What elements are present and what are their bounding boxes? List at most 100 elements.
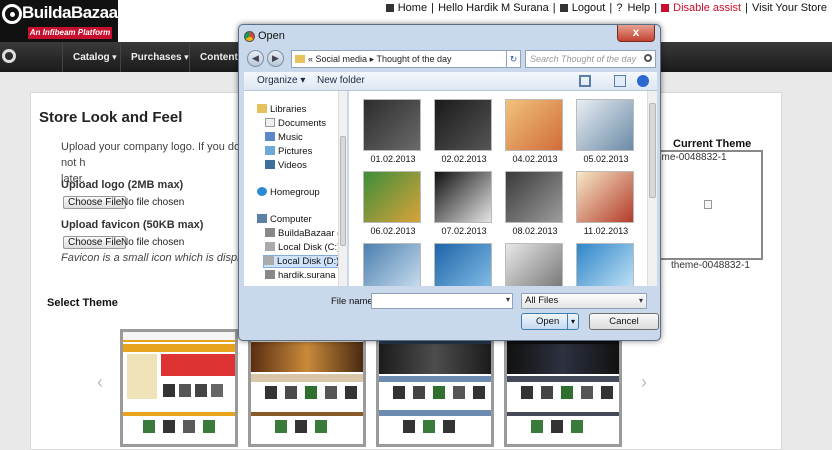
tree-music[interactable]: Music — [265, 132, 303, 143]
assist-icon — [661, 4, 670, 12]
help-icon[interactable] — [637, 75, 649, 87]
file-name: 08.02.2013 — [512, 226, 558, 236]
file-tile[interactable]: 04.02.2013 — [505, 99, 565, 164]
address-part-social-media[interactable]: Social media — [316, 54, 368, 64]
organize-button[interactable]: Organize ▾ — [257, 75, 305, 86]
link-disable-assist[interactable]: Disable assist — [673, 2, 741, 14]
tree-scrollbar[interactable] — [338, 91, 347, 286]
lock-icon — [559, 4, 568, 12]
tree-libraries[interactable]: Libraries — [257, 104, 306, 115]
theme-thumb-3[interactable] — [376, 329, 494, 447]
file-name-input[interactable] — [371, 293, 513, 309]
disk-icon — [264, 256, 274, 265]
refresh-icon[interactable]: ↻ — [506, 50, 521, 68]
image-thumbnail — [576, 243, 634, 286]
tree-videos[interactable]: Videos — [265, 160, 307, 171]
link-logout[interactable]: Logout — [572, 2, 606, 14]
image-thumbnail — [434, 99, 492, 151]
tree-hardik-drive[interactable]: hardik.surana (\\ — [265, 270, 343, 281]
network-drive-icon — [265, 228, 275, 237]
open-split-icon[interactable]: ▾ — [567, 314, 578, 329]
file-name: 05.02.2013 — [583, 154, 629, 164]
gear-icon[interactable] — [2, 49, 16, 63]
navigation-tree: Libraries Documents Music Pictures Video… — [244, 91, 344, 286]
chrome-icon — [244, 31, 255, 42]
image-thumbnail — [434, 243, 492, 286]
nav-purchases[interactable]: Purchases — [120, 42, 199, 72]
link-home[interactable]: Home — [398, 2, 427, 14]
logo-no-file: No file chosen — [121, 197, 185, 208]
link-visit-store[interactable]: Visit Your Store — [752, 2, 827, 14]
library-icon — [257, 104, 267, 113]
search-input[interactable]: Search Thought of the day — [525, 50, 656, 68]
theme-next-icon[interactable]: › — [641, 373, 653, 391]
file-tile[interactable] — [576, 243, 636, 286]
file-tile[interactable] — [505, 243, 565, 286]
file-tile[interactable]: 07.02.2013 — [434, 171, 494, 236]
address-part-thought[interactable]: Thought of the day — [376, 54, 451, 64]
select-theme-title: Select Theme — [47, 297, 118, 309]
image-thumbnail — [363, 243, 421, 286]
help-icon: ? — [616, 2, 623, 14]
address-bar[interactable]: « Social media ▸ Thought of the day — [291, 50, 507, 68]
file-type-select[interactable]: All Files — [521, 293, 647, 309]
new-folder-button[interactable]: New folder — [317, 75, 365, 86]
theme-thumb-1[interactable] — [120, 329, 238, 447]
videos-icon — [265, 160, 275, 169]
link-help[interactable]: Help — [628, 2, 651, 14]
file-name: 02.02.2013 — [441, 154, 487, 164]
file-tile[interactable] — [363, 243, 423, 286]
logo-name: BuildaBazaar — [22, 3, 124, 22]
current-theme-name: eme-0048832-1 — [656, 152, 727, 163]
nav-catalog[interactable]: Catalog — [62, 42, 127, 72]
computer-icon — [257, 214, 267, 223]
choose-logo-button[interactable]: Choose File — [63, 196, 127, 209]
file-tile[interactable]: 06.02.2013 — [363, 171, 423, 236]
cancel-button[interactable]: Cancel — [589, 313, 659, 330]
open-button[interactable]: Open ▾ — [521, 313, 579, 330]
file-name: 01.02.2013 — [370, 154, 416, 164]
file-tile[interactable]: 05.02.2013 — [576, 99, 636, 164]
page-title: Store Look and Feel — [39, 109, 183, 126]
network-drive-icon — [265, 270, 275, 279]
file-list-scrollbar[interactable] — [647, 91, 657, 286]
file-name-label: File name: — [331, 296, 376, 307]
tree-computer[interactable]: Computer — [257, 214, 312, 225]
choose-favicon-button[interactable]: Choose File — [63, 236, 127, 249]
upload-logo-label: Upload logo (2MB max) — [61, 179, 184, 191]
tree-pictures[interactable]: Pictures — [265, 146, 312, 157]
search-icon — [644, 54, 652, 62]
homegroup-icon — [257, 187, 267, 196]
tree-buildabazaar-drive[interactable]: BuildaBazaar (\\1 — [265, 228, 343, 239]
broken-image-icon — [704, 200, 712, 209]
buildabazaar-logo[interactable]: BuildaBazaar An Infibeam Platform — [0, 0, 124, 42]
tree-local-disk-c[interactable]: Local Disk (C:) — [265, 242, 340, 253]
forward-button[interactable]: ▶ — [267, 50, 284, 67]
documents-icon — [265, 118, 275, 127]
file-tile[interactable]: 11.02.2013 — [576, 171, 636, 236]
view-options-icon[interactable] — [579, 75, 591, 87]
dialog-title: Open — [258, 30, 285, 42]
file-list: 01.02.2013 02.02.2013 04.02.2013 05.02.2013… — [349, 91, 647, 286]
image-thumbnail — [363, 99, 421, 151]
file-name: 07.02.2013 — [441, 226, 487, 236]
image-thumbnail — [505, 171, 563, 223]
theme-thumb-4[interactable] — [504, 329, 622, 447]
theme-prev-icon[interactable]: ‹ — [97, 373, 109, 391]
logo-tagline: An Infibeam Platform — [28, 27, 112, 39]
upload-favicon-label: Upload favicon (50KB max) — [61, 219, 204, 231]
file-tile[interactable]: 08.02.2013 — [505, 171, 565, 236]
back-button[interactable]: ◀ — [247, 50, 264, 67]
file-tile[interactable]: 01.02.2013 — [363, 99, 423, 164]
tree-homegroup[interactable]: Homegroup — [257, 187, 320, 198]
file-tile[interactable] — [434, 243, 494, 286]
dialog-close-button[interactable]: x — [617, 25, 655, 42]
tree-documents[interactable]: Documents — [265, 118, 326, 129]
tree-local-disk-d[interactable]: Local Disk (D:) — [263, 255, 343, 268]
preview-pane-icon[interactable] — [614, 75, 626, 87]
folder-icon — [295, 55, 305, 63]
theme-thumb-2[interactable] — [248, 329, 366, 447]
logo-mark-icon — [2, 4, 22, 24]
file-tile[interactable]: 02.02.2013 — [434, 99, 494, 164]
image-thumbnail — [505, 99, 563, 151]
